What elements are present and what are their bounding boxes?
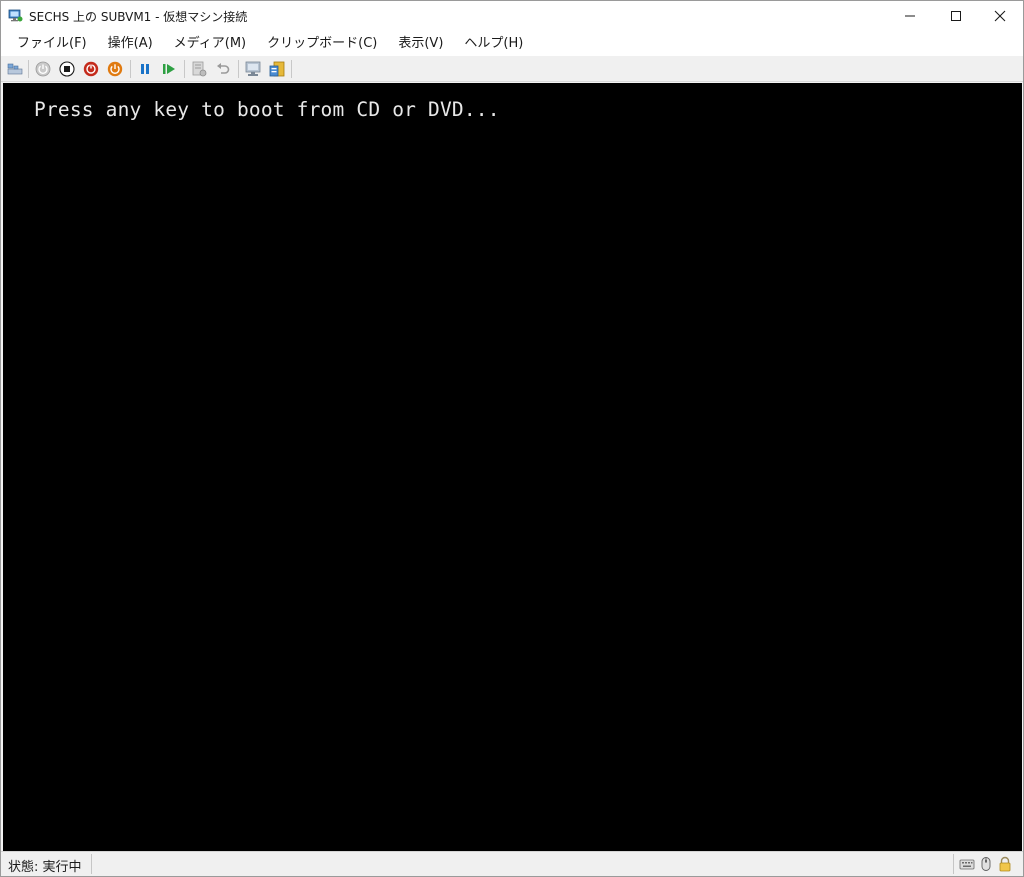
toolbar-separator	[130, 60, 131, 78]
toolbar-separator	[238, 60, 239, 78]
close-button[interactable]	[977, 1, 1023, 31]
toolbar	[1, 56, 1023, 82]
menu-help[interactable]: ヘルプ(H)	[456, 31, 531, 56]
status-bar: 状態: 実行中	[1, 851, 1023, 876]
maximize-icon	[951, 11, 961, 21]
menu-clipboard[interactable]: クリップボード(C)	[259, 31, 385, 56]
console-boot-prompt: Press any key to boot from CD or DVD...	[34, 98, 500, 121]
vm-connection-window: SECHS 上の SUBVM1 - 仮想マシン接続 ファイル(F) 操作(A) …	[0, 0, 1024, 877]
save-icon[interactable]	[106, 60, 124, 78]
toolbar-separator	[184, 60, 185, 78]
ctrl-alt-del-icon[interactable]	[6, 60, 24, 78]
vm-connection-app-icon	[8, 9, 23, 22]
status-separator	[91, 854, 92, 874]
enhanced-session-icon[interactable]	[244, 60, 262, 78]
share-icon[interactable]	[268, 60, 286, 78]
menu-bar: ファイル(F) 操作(A) メディア(M) クリップボード(C) 表示(V) ヘ…	[1, 31, 1023, 56]
keyboard-icon	[959, 859, 975, 870]
toolbar-separator	[291, 60, 292, 78]
title-bar: SECHS 上の SUBVM1 - 仮想マシン接続	[1, 1, 1023, 31]
mouse-icon	[981, 857, 991, 871]
close-icon	[994, 10, 1006, 22]
menu-media[interactable]: メディア(M)	[166, 31, 254, 56]
revert-icon[interactable]	[214, 60, 232, 78]
turn-off-icon[interactable]	[58, 60, 76, 78]
vm-status-text: 状態: 実行中	[8, 860, 82, 875]
toolbar-separator	[28, 60, 29, 78]
lock-icon	[999, 856, 1011, 872]
minimize-button[interactable]	[887, 1, 933, 31]
shut-down-icon[interactable]	[82, 60, 100, 78]
window-title: SECHS 上の SUBVM1 - 仮想マシン接続	[29, 10, 248, 24]
menu-file[interactable]: ファイル(F)	[9, 31, 95, 56]
resume-icon[interactable]	[160, 60, 178, 78]
status-separator	[953, 854, 954, 874]
menu-view[interactable]: 表示(V)	[390, 31, 451, 56]
minimize-icon	[905, 15, 915, 17]
vm-screen[interactable]: Press any key to boot from CD or DVD...	[3, 83, 1022, 851]
checkpoint-icon[interactable]	[190, 60, 208, 78]
start-icon[interactable]	[34, 60, 52, 78]
pause-icon[interactable]	[136, 60, 154, 78]
menu-action[interactable]: 操作(A)	[100, 31, 161, 56]
maximize-button[interactable]	[933, 1, 979, 31]
